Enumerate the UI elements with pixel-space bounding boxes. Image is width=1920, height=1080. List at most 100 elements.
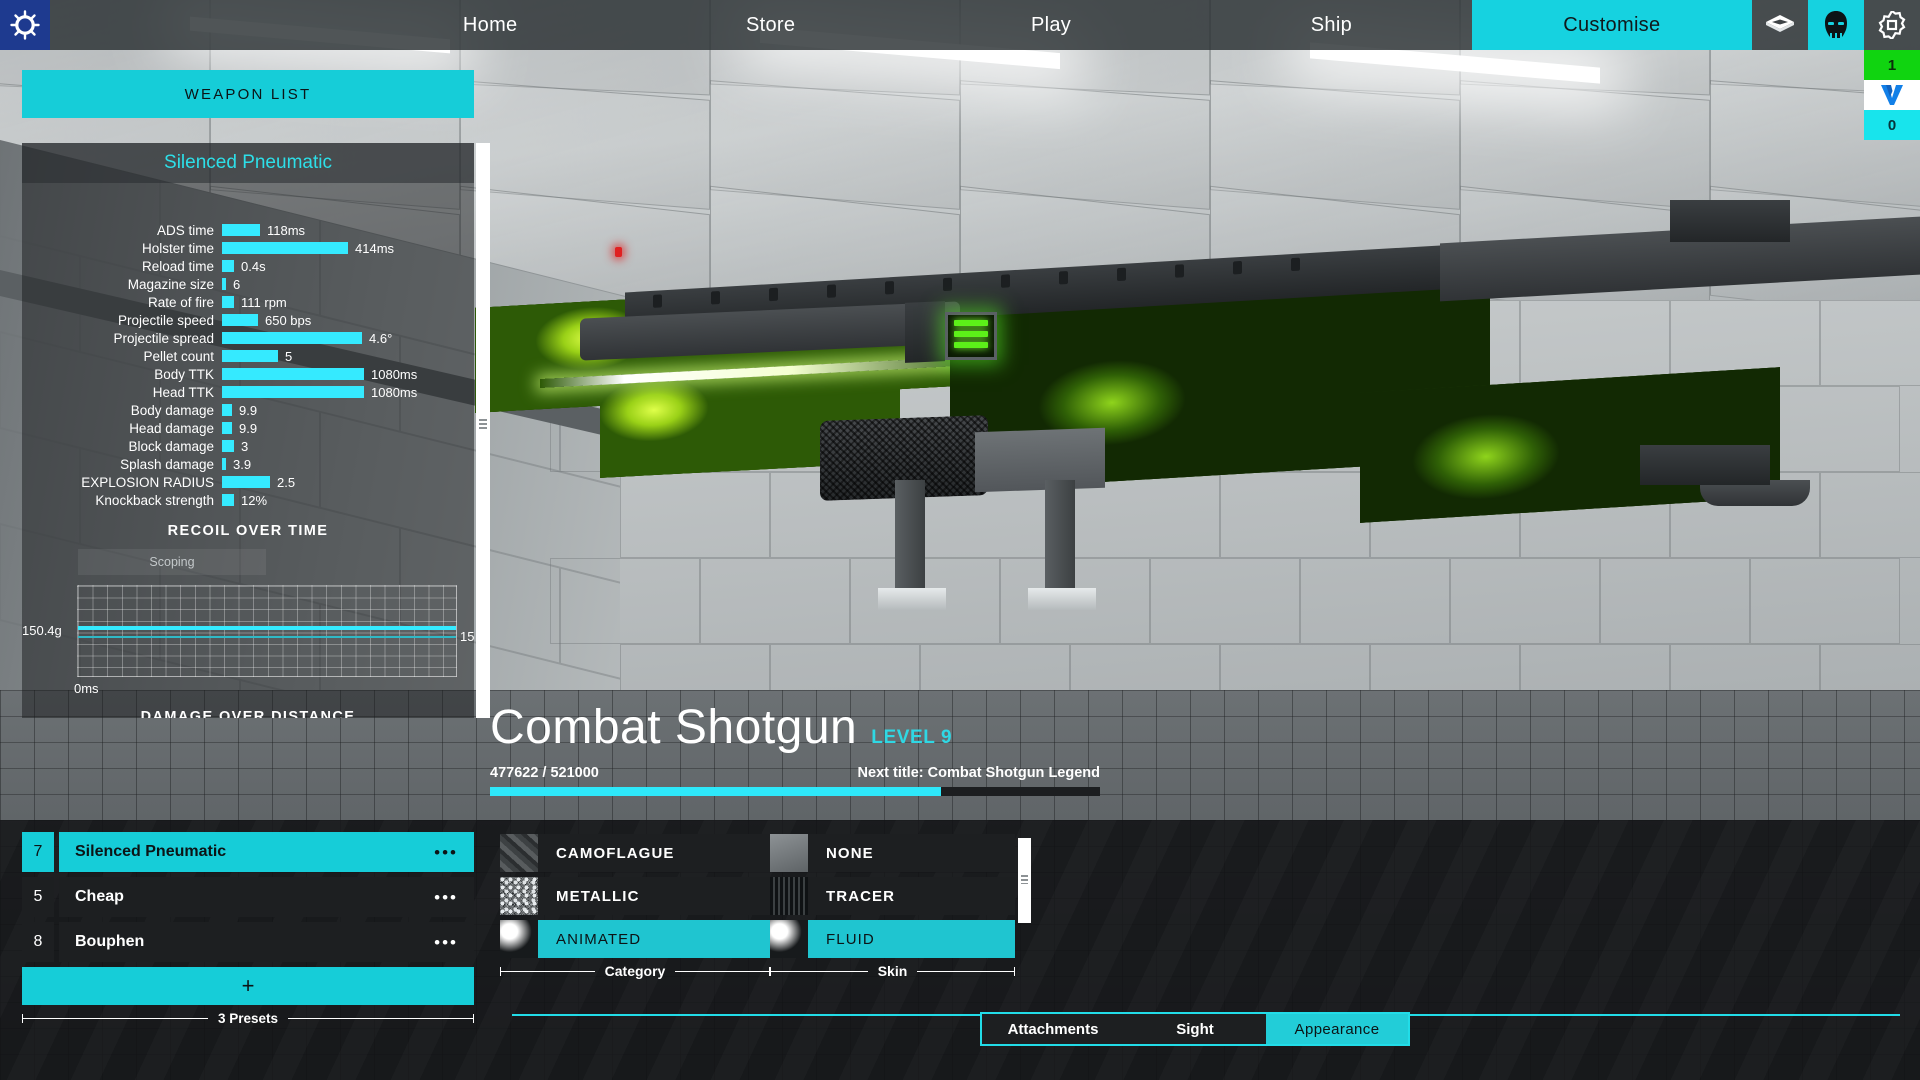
skin-list-scrollbar[interactable]	[1018, 838, 1031, 923]
cyan-counter[interactable]: 0	[1864, 110, 1920, 140]
stat-row: Head TTK 1080ms	[22, 383, 474, 401]
nav-item-play[interactable]: Play	[911, 0, 1191, 50]
bracket-left	[500, 966, 595, 976]
scrollbar-grip[interactable]	[1021, 875, 1028, 884]
recoil-line	[78, 626, 456, 630]
stat-label: Projectile spread	[113, 330, 214, 346]
preset-count-label: 3 Presets	[217, 1011, 279, 1026]
rail-slot	[1059, 270, 1068, 285]
nav-item-customise[interactable]: Customise	[1471, 0, 1753, 50]
stat-row: Splash damage 3.9	[22, 455, 474, 473]
weapon-ammo-display	[945, 312, 997, 360]
stat-label: Head TTK	[152, 384, 214, 400]
picker-item[interactable]: FLUID	[770, 920, 1015, 958]
rail-slot	[827, 284, 836, 298]
preset-name-box[interactable]: Bouphen •••	[59, 922, 474, 962]
stat-value: 9.9	[239, 420, 258, 436]
stat-row: Body damage 9.9	[22, 401, 474, 419]
weapon-list-button[interactable]: WEAPON LIST	[22, 70, 474, 118]
stat-label: Body damage	[130, 402, 214, 418]
preset-name-box[interactable]: Cheap •••	[59, 877, 474, 917]
stat-bar	[222, 350, 278, 362]
weapon-stand-foot	[878, 588, 946, 610]
xp-current-label: 477622 / 521000	[490, 765, 599, 781]
picker-name-box[interactable]: FLUID	[808, 920, 1015, 958]
picker-name-box[interactable]: CAMOFLAGUE	[538, 834, 770, 872]
add-preset-button[interactable]: +	[22, 967, 474, 1005]
xp-progress-bar	[490, 787, 1100, 796]
v-currency-icon[interactable]	[1864, 80, 1920, 110]
stat-bar	[222, 296, 234, 308]
stat-row: Knockback strength 12%	[22, 491, 474, 509]
stat-value: 414ms	[355, 240, 395, 256]
bracket-right	[675, 966, 770, 976]
game-logo[interactable]	[0, 0, 50, 50]
weapon-trigger-housing	[975, 427, 1105, 493]
picker-item[interactable]: TRACER	[770, 877, 1015, 915]
stat-bar	[222, 494, 234, 506]
stat-label: Reload time	[141, 258, 214, 274]
stat-label: Holster time	[141, 240, 214, 256]
avatar-icon[interactable]	[1808, 0, 1864, 50]
nav-item-home[interactable]: Home	[350, 0, 630, 50]
skin-picker: NONE TRACER FLUID Skin	[770, 834, 1016, 979]
bracket-right	[288, 1014, 475, 1023]
scrollbar-grip[interactable]	[479, 419, 487, 429]
stat-label: Pellet count	[143, 348, 214, 364]
picker-item[interactable]: CAMOFLAGUE	[500, 834, 770, 872]
stat-bar	[222, 242, 348, 254]
nav-item-ship[interactable]: Ship	[1191, 0, 1471, 50]
picker-item[interactable]: NONE	[770, 834, 1015, 872]
picker-item[interactable]: ANIMATED	[500, 920, 770, 958]
preset-name: Bouphen	[75, 933, 145, 950]
stat-bar	[222, 224, 260, 236]
stats-panel-scrollbar[interactable]	[476, 143, 490, 718]
stat-value: 12%	[241, 492, 268, 508]
settings-gear-icon[interactable]	[1864, 0, 1920, 50]
crate-icon[interactable]	[1752, 0, 1808, 50]
weapon-optic-mount	[1670, 200, 1790, 242]
preset-options-icon[interactable]: •••	[434, 844, 458, 861]
nav-item-store[interactable]: Store	[630, 0, 910, 50]
stats-weapon-title: Silenced Pneumatic	[164, 152, 332, 173]
damage-over-distance-title: DAMAGE OVER DISTANCE	[140, 709, 356, 718]
stat-value: 3	[241, 438, 249, 454]
customise-tabs: Attachments Sight Appearance	[980, 1012, 1410, 1046]
preset-name-box[interactable]: Silenced Pneumatic •••	[59, 832, 474, 872]
xp-progress-fill	[490, 787, 942, 796]
stat-label: Head damage	[129, 420, 214, 436]
category-picker: CAMOFLAGUE METALLIC ANIMATED Category	[500, 834, 770, 979]
weapon-title-block: Combat Shotgun LEVEL 9 477622 / 521000 N…	[490, 700, 1100, 796]
preset-number: 5	[22, 877, 54, 917]
stat-bar	[222, 314, 258, 326]
rail-slot	[1001, 274, 1010, 288]
picker-name-box[interactable]: TRACER	[808, 877, 1015, 915]
stat-row: ADS time 118ms	[22, 221, 474, 239]
picker-name-box[interactable]: ANIMATED	[538, 920, 770, 958]
category-label: Category	[604, 963, 666, 979]
rail-slot	[711, 291, 720, 305]
preset-row[interactable]: 8 Bouphen •••	[22, 922, 474, 962]
weapon-3d-model[interactable]	[475, 180, 1920, 660]
preset-row[interactable]: 5 Cheap •••	[22, 877, 474, 917]
tab-appearance[interactable]: Appearance	[1266, 1014, 1408, 1044]
stat-value: 3.9	[233, 456, 252, 472]
preset-options-icon[interactable]: •••	[434, 934, 458, 951]
tab-attachments[interactable]: Attachments	[982, 1014, 1124, 1044]
stat-label: Rate of fire	[147, 294, 214, 310]
tab-sight[interactable]: Sight	[1124, 1014, 1266, 1044]
preset-options-icon[interactable]: •••	[434, 889, 458, 906]
weapon-stand-leg	[895, 480, 925, 595]
preset-row[interactable]: 7 Silenced Pneumatic •••	[22, 832, 474, 872]
picker-item[interactable]: METALLIC	[500, 877, 770, 915]
recoil-line-secondary	[78, 636, 456, 638]
stat-rows: ADS time 118ms Holster time 414ms Reload…	[22, 221, 474, 509]
preset-count-row: 3 Presets	[22, 1011, 475, 1026]
stat-row: Body TTK 1080ms	[22, 365, 474, 383]
nav-icon-group	[1752, 0, 1920, 50]
stat-label: Projectile speed	[117, 312, 214, 328]
green-counter[interactable]: 1	[1864, 50, 1920, 80]
picker-name-box[interactable]: NONE	[808, 834, 1015, 872]
scoping-tab[interactable]: Scoping	[78, 549, 266, 575]
picker-name-box[interactable]: METALLIC	[538, 877, 770, 915]
